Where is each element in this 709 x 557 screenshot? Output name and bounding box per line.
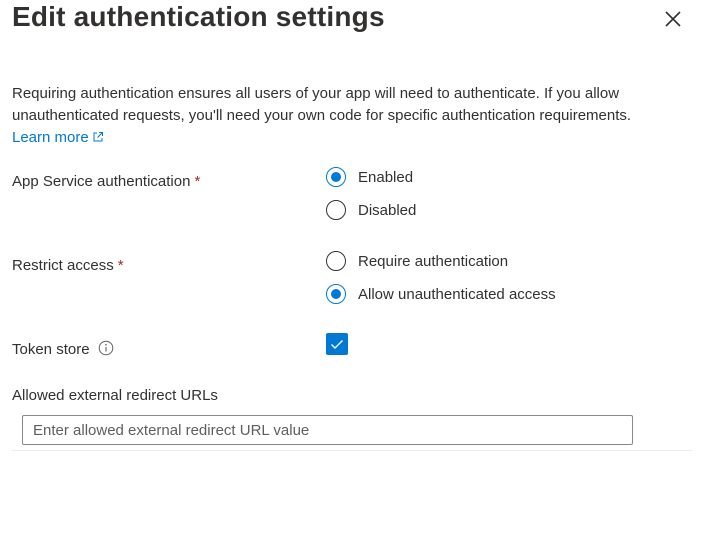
token-store-checkbox[interactable] (326, 333, 348, 355)
radio-require-authentication[interactable]: Require authentication (326, 249, 508, 273)
radio-enabled[interactable]: Enabled (326, 165, 413, 189)
restrict-access-label-text: Restrict access (12, 257, 114, 274)
radio-disabled-label: Disabled (358, 201, 417, 219)
redirect-url-input[interactable] (22, 415, 633, 445)
checkmark-icon (331, 340, 343, 349)
app-service-auth-label-text: App Service authentication (12, 173, 191, 190)
learn-more-link[interactable]: Learn more (12, 129, 104, 146)
radio-dot (331, 172, 341, 182)
restrict-access-label: Restrict access * (12, 256, 124, 276)
required-marker: * (194, 173, 201, 190)
dialog-description: Requiring authentication ensures all use… (12, 83, 702, 149)
radio-circle (326, 200, 346, 220)
redirect-urls-label: Allowed external redirect URLs (12, 387, 218, 404)
app-service-auth-label: App Service authentication * (12, 172, 200, 192)
radio-circle (326, 251, 346, 271)
divider (12, 450, 692, 451)
radio-enabled-label: Enabled (358, 168, 414, 186)
radio-circle (326, 167, 346, 187)
token-store-label-text: Token store (12, 341, 90, 358)
learn-more-label: Learn more (12, 129, 89, 146)
radio-circle (326, 284, 346, 304)
token-store-label: Token store (12, 340, 114, 362)
radio-allow-unauthenticated-label: Allow unauthenticated access (358, 285, 556, 303)
radio-require-authentication-label: Require authentication (358, 252, 509, 270)
radio-allow-unauthenticated[interactable]: Allow unauthenticated access (326, 282, 556, 306)
external-link-icon (93, 132, 103, 142)
radio-disabled[interactable]: Disabled (326, 198, 416, 222)
close-button[interactable] (662, 8, 684, 30)
info-icon[interactable] (98, 340, 114, 362)
radio-dot (331, 289, 341, 299)
dialog-title: Edit authentication settings (12, 1, 385, 32)
close-icon (665, 11, 681, 27)
required-marker: * (117, 257, 124, 274)
description-text: Requiring authentication ensures all use… (12, 85, 632, 124)
